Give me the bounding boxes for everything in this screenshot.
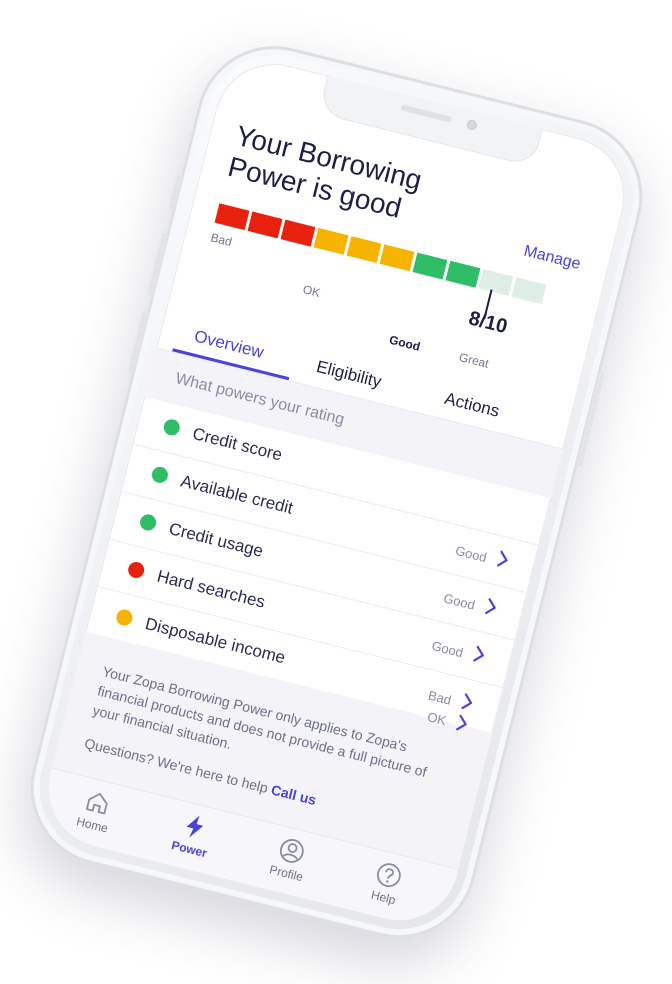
chevron-right-icon[interactable]: [455, 690, 479, 714]
factor-status: Good: [441, 590, 477, 613]
tab-actions[interactable]: Actions: [442, 389, 502, 422]
meter-segment: [445, 260, 481, 288]
nav-item-home[interactable]: Home: [57, 781, 136, 841]
meter-segment: [346, 236, 382, 264]
status-dot: [150, 465, 170, 485]
chevron-right-icon[interactable]: [450, 711, 474, 735]
side-button-silent: [168, 174, 184, 211]
status-dot: [126, 560, 146, 580]
chevron-right-icon[interactable]: [467, 642, 491, 666]
home-icon: [85, 792, 108, 815]
nav-item-help[interactable]: Help: [348, 853, 427, 913]
factor-status-ok: OK: [425, 709, 448, 729]
status-dot: [138, 512, 158, 533]
level-label-ok: OK: [301, 282, 322, 301]
manage-link[interactable]: Manage: [522, 243, 582, 274]
chevron-right-icon[interactable]: [479, 595, 503, 619]
call-us-link[interactable]: Call us: [270, 781, 318, 808]
nav-item-power[interactable]: Power: [154, 805, 233, 865]
meter-segment: [214, 203, 250, 231]
meter-segment: [412, 252, 448, 280]
side-button-volume-down: [127, 309, 150, 374]
meter-segment: [478, 269, 514, 296]
factor-label: Credit score: [190, 423, 285, 465]
meter-segment: [379, 244, 415, 272]
status-dot: [114, 607, 135, 628]
status-dot: [162, 417, 182, 438]
level-label-bad: Bad: [209, 230, 234, 250]
meter-segment: [280, 219, 316, 247]
factor-status: Good: [453, 542, 489, 566]
help-icon: [376, 863, 401, 888]
level-label-good: Good: [387, 332, 422, 354]
level-label-great: Great: [457, 350, 491, 371]
meter-segment: [511, 277, 547, 305]
chevron-right-icon[interactable]: [491, 547, 515, 571]
phone-screen: Your Borrowing Power is good Manage 8/10…: [35, 51, 638, 933]
tab-eligibility[interactable]: Eligibility: [314, 357, 384, 392]
nav-item-profile[interactable]: Profile: [251, 829, 330, 889]
meter-segment: [247, 211, 283, 239]
side-button-volume-up: [147, 232, 169, 296]
phone-frame: Your Borrowing Power is good Manage 8/10…: [14, 29, 659, 955]
speaker-grille: [400, 104, 453, 123]
factor-label: Credit usage: [166, 519, 266, 561]
factor-status: Bad: [426, 687, 453, 708]
score-value: 8/10: [466, 307, 510, 339]
lightning-icon: [186, 815, 204, 838]
factor-status: Good: [430, 637, 465, 661]
profile-icon: [279, 839, 304, 863]
side-button-power: [575, 372, 605, 467]
front-camera: [465, 118, 478, 132]
meter-segment: [313, 227, 349, 255]
